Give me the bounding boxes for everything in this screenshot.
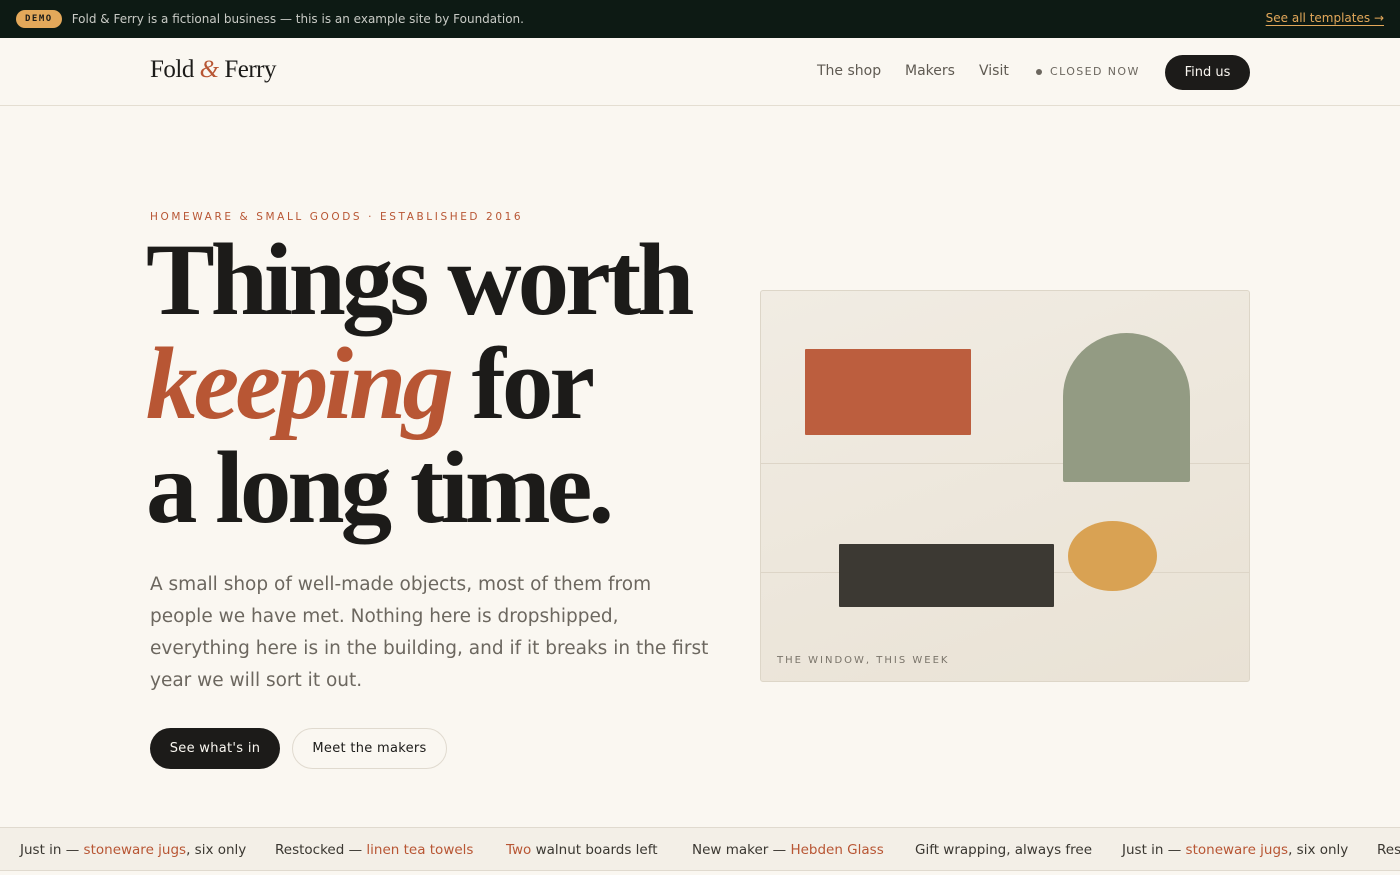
meet-the-makers-button[interactable]: Meet the makers: [292, 728, 447, 769]
hero-headline: Things worth keeping for a long time.: [146, 228, 694, 540]
ticker-text: , six only: [1288, 842, 1349, 858]
nav-makers[interactable]: Makers: [905, 63, 955, 79]
ticker-highlight: Two: [506, 842, 532, 858]
headline-line-2-rest: for: [449, 327, 596, 441]
logo-ampersand: &: [199, 56, 219, 83]
ticker-text: walnut boards left: [531, 842, 658, 858]
window-caption: THE WINDOW, THIS WEEK: [777, 655, 950, 666]
nav-the-shop[interactable]: The shop: [817, 63, 881, 79]
ticker-item: Gift wrapping, always free: [915, 842, 1092, 858]
terracotta-block-shape: [805, 349, 971, 435]
ticker-text: Gift wrapping, always free: [915, 842, 1093, 858]
ticker-text: Res: [1377, 842, 1400, 858]
ticker-highlight: stoneware jugs: [1185, 842, 1289, 858]
ticker-text: Just in —: [20, 842, 84, 858]
news-ticker: Just in — stoneware jugs, six only Resto…: [0, 827, 1400, 871]
headline-accent-word: keeping: [146, 327, 454, 441]
ticker-item: Res: [1377, 842, 1400, 858]
ticker-item: Restocked — linen tea towels: [275, 842, 473, 858]
logo-word-fold: Fold: [150, 56, 194, 83]
ticker-highlight: Hebden Glass: [790, 842, 884, 858]
status-label: CLOSED NOW: [1050, 65, 1140, 78]
demo-badge: DEMO: [16, 10, 62, 28]
headline-line-3: a long time.: [146, 431, 614, 545]
ticker-text: Restocked —: [275, 842, 367, 858]
hero-eyebrow: HOMEWARE & SMALL GOODS · ESTABLISHED 201…: [150, 211, 524, 223]
demo-notice-text: Fold & Ferry is a fictional business — t…: [71, 12, 524, 26]
ticker-item: Two walnut boards left: [506, 842, 658, 858]
ticker-highlight: stoneware jugs: [83, 842, 187, 858]
headline-line-1: Things worth: [146, 223, 694, 337]
logo[interactable]: Fold & Ferry: [150, 56, 276, 84]
opening-status: CLOSED NOW: [1036, 65, 1140, 78]
logo-word-ferry: Ferry: [224, 56, 276, 83]
ticker-text: New maker —: [692, 842, 791, 858]
ticker-item: Just in — stoneware jugs, six only: [20, 842, 246, 858]
site-header: Fold & Ferry The shop Makers Visit CLOSE…: [0, 38, 1400, 106]
demo-banner: DEMO Fold & Ferry is a fictional busines…: [0, 0, 1400, 38]
ticker-item: New maker — Hebden Glass: [692, 842, 884, 858]
status-dot-icon: [1036, 68, 1042, 75]
ticker-text: Just in —: [1122, 842, 1186, 858]
ticker-text: , six only: [186, 842, 247, 858]
see-all-templates-link[interactable]: See all templates →: [1266, 11, 1384, 25]
ticker-highlight: linen tea towels: [366, 842, 474, 858]
ticker-item: Just in — stoneware jugs, six only: [1122, 842, 1348, 858]
ochre-oval-shape: [1068, 521, 1157, 591]
nav-visit[interactable]: Visit: [979, 63, 1009, 79]
hero-lede: A small shop of well-made objects, most …: [150, 574, 709, 691]
window-display-illustration: THE WINDOW, THIS WEEK: [760, 290, 1250, 682]
charcoal-block-shape: [839, 544, 1054, 607]
find-us-button[interactable]: Find us: [1165, 55, 1250, 90]
sage-arch-shape: [1063, 333, 1190, 482]
see-whats-in-button[interactable]: See what's in: [150, 728, 280, 769]
